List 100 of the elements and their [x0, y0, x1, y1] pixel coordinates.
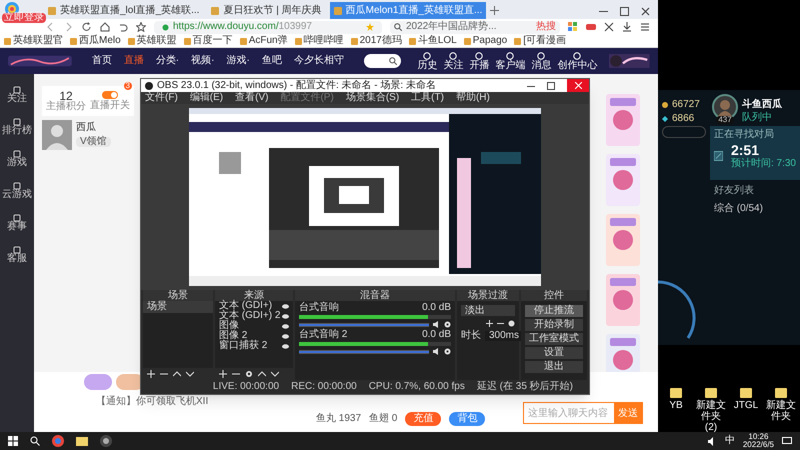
live-toggle[interactable]	[102, 91, 118, 99]
header-shortcut[interactable]: 创作中心	[557, 52, 598, 70]
input-method-label[interactable]: 中	[724, 436, 735, 446]
remove-icon[interactable]	[497, 320, 504, 327]
bookmark[interactable]: 英雄联盟	[128, 35, 177, 47]
menu-item[interactable]: 场景集合(S)	[346, 93, 400, 103]
bookmark[interactable]: 斗鱼LOL	[408, 35, 457, 47]
up-icon[interactable]	[173, 370, 181, 378]
sidebar-item[interactable]: 关注	[7, 86, 27, 104]
download-icon[interactable]	[622, 22, 632, 32]
bookmark[interactable]: Papago	[464, 35, 508, 47]
sidebar-item[interactable]: 排行榜	[2, 118, 32, 136]
nav-link[interactable]: 直播	[124, 56, 144, 66]
bookmark[interactable]: 西瓜Melo	[70, 35, 121, 47]
site-search-field[interactable]	[364, 54, 402, 68]
down-icon[interactable]	[271, 370, 279, 378]
nav-link[interactable]: 游戏·	[226, 56, 250, 66]
close-icon[interactable]	[641, 7, 650, 16]
add-icon[interactable]	[147, 370, 155, 378]
maximize-icon[interactable]	[620, 7, 629, 16]
header-shortcut[interactable]: 关注	[443, 52, 464, 70]
bookmark[interactable]: [可看漫画	[514, 35, 566, 47]
menu-item[interactable]: 工具(T)	[411, 93, 444, 103]
settings-icon[interactable]	[508, 320, 515, 327]
menu-item[interactable]: 文件(F)	[145, 93, 178, 103]
settings-icon[interactable]	[444, 321, 451, 328]
transition-dropdown[interactable]: 淡出	[461, 305, 515, 316]
scissors-icon[interactable]	[604, 22, 614, 32]
sidebar-item[interactable]: 云游戏	[2, 182, 32, 200]
bookmark[interactable]: 2017德玛	[350, 35, 402, 47]
settings-icon[interactable]	[444, 348, 451, 355]
nav-link[interactable]: 分类·	[156, 56, 180, 66]
scene-item[interactable]: 场景	[143, 301, 213, 313]
control-button[interactable]: 停止推流	[525, 305, 583, 317]
up-icon[interactable]	[258, 370, 266, 378]
source-item[interactable]: 窗口捕获 2	[219, 341, 268, 351]
mode-toggle[interactable]	[662, 126, 706, 138]
header-shortcut[interactable]: 客户端	[495, 52, 526, 70]
login-badge[interactable]: 立即登录	[2, 13, 46, 23]
control-button[interactable]: 开始录制	[525, 319, 583, 331]
source-item[interactable]: 图像	[219, 321, 239, 331]
apps-icon[interactable]	[568, 22, 578, 32]
header-shortcut[interactable]: 开播	[469, 52, 490, 70]
star-icon[interactable]	[366, 23, 374, 31]
home-icon[interactable]	[100, 22, 110, 32]
source-item[interactable]: 文本 (GDI+)	[219, 301, 272, 311]
search-field[interactable]: 2022年中国品牌势... 热搜	[390, 20, 560, 34]
address-field[interactable]: https://www.douyu.com/103997	[154, 20, 382, 34]
browser-app-icon[interactable]	[52, 435, 64, 447]
friend-group[interactable]: 综合 (0/54)	[714, 204, 796, 214]
star-icon[interactable]	[136, 22, 146, 32]
folder-app-icon[interactable]	[76, 435, 88, 447]
add-icon[interactable]	[486, 320, 493, 327]
settings-icon[interactable]	[245, 370, 253, 378]
header-shortcut[interactable]: 消息	[531, 52, 552, 70]
menu-item[interactable]: 查看(V)	[235, 93, 268, 103]
browser-tab[interactable]: 夏日狂欢节 | 周年庆典	[207, 2, 326, 19]
browser-tab[interactable]: 西瓜Melon1直播_英雄联盟直...	[330, 2, 486, 19]
new-tab-icon[interactable]	[490, 6, 500, 15]
menu-item[interactable]: 帮助(H)	[456, 93, 490, 103]
sidebar-item[interactable]: 客服	[7, 246, 27, 264]
control-button[interactable]: 设置	[525, 347, 583, 359]
control-button[interactable]: 退出	[525, 361, 583, 373]
nav-link[interactable]: 鱼吧	[262, 56, 282, 66]
speaker-icon[interactable]	[433, 321, 440, 328]
source-item[interactable]: 图像 2	[219, 331, 248, 341]
sidebar-item[interactable]: 赛事	[7, 214, 27, 232]
search-icon[interactable]	[30, 436, 40, 446]
desktop-icon[interactable]: 新建文件夹	[764, 388, 798, 433]
nav-link[interactable]: 视频·	[191, 56, 214, 66]
clock[interactable]: 10:26 2022/6/5	[742, 433, 774, 449]
header-shortcut[interactable]: 历史	[417, 52, 438, 70]
source-item[interactable]: 文本 (GDI+) 2	[219, 311, 280, 321]
desktop-icon[interactable]: 新建文件夹 (2)	[694, 388, 728, 433]
add-icon[interactable]	[219, 370, 227, 378]
nav-link[interactable]: 首页	[92, 56, 112, 66]
bookmark[interactable]: 百度一下	[184, 35, 233, 47]
bookmark[interactable]: AcFun弹	[240, 35, 288, 47]
bookmark[interactable]: 英雄联盟官	[4, 35, 63, 47]
maximize-icon[interactable]	[547, 82, 555, 90]
notification-icon[interactable]	[782, 436, 792, 446]
hot-label[interactable]: 热搜	[536, 22, 556, 32]
close-button[interactable]	[567, 79, 589, 92]
menu-icon[interactable]	[640, 22, 650, 32]
desktop-icon[interactable]: JTGL	[729, 388, 763, 433]
browser-tab[interactable]: 英雄联盟直播_lol直播_英雄联...	[44, 2, 204, 19]
menu-item[interactable]: 编辑(E)	[190, 93, 224, 103]
obs-app-icon[interactable]	[100, 435, 112, 447]
desktop-icon[interactable]: YB	[659, 388, 693, 433]
down-icon[interactable]	[186, 370, 194, 378]
speaker-icon[interactable]	[433, 348, 440, 355]
bookmark[interactable]: 哔哩哔哩	[294, 35, 344, 47]
game-icon[interactable]	[586, 22, 596, 32]
undo-icon[interactable]	[118, 22, 128, 32]
control-button[interactable]: 工作室模式	[525, 333, 583, 345]
duration-field[interactable]: 300ms	[485, 331, 524, 341]
reload-icon[interactable]	[82, 22, 92, 32]
nav-link[interactable]: 今夕长相守	[294, 56, 344, 66]
start-icon[interactable]	[8, 436, 18, 446]
sidebar-item[interactable]: 游戏	[7, 150, 27, 168]
